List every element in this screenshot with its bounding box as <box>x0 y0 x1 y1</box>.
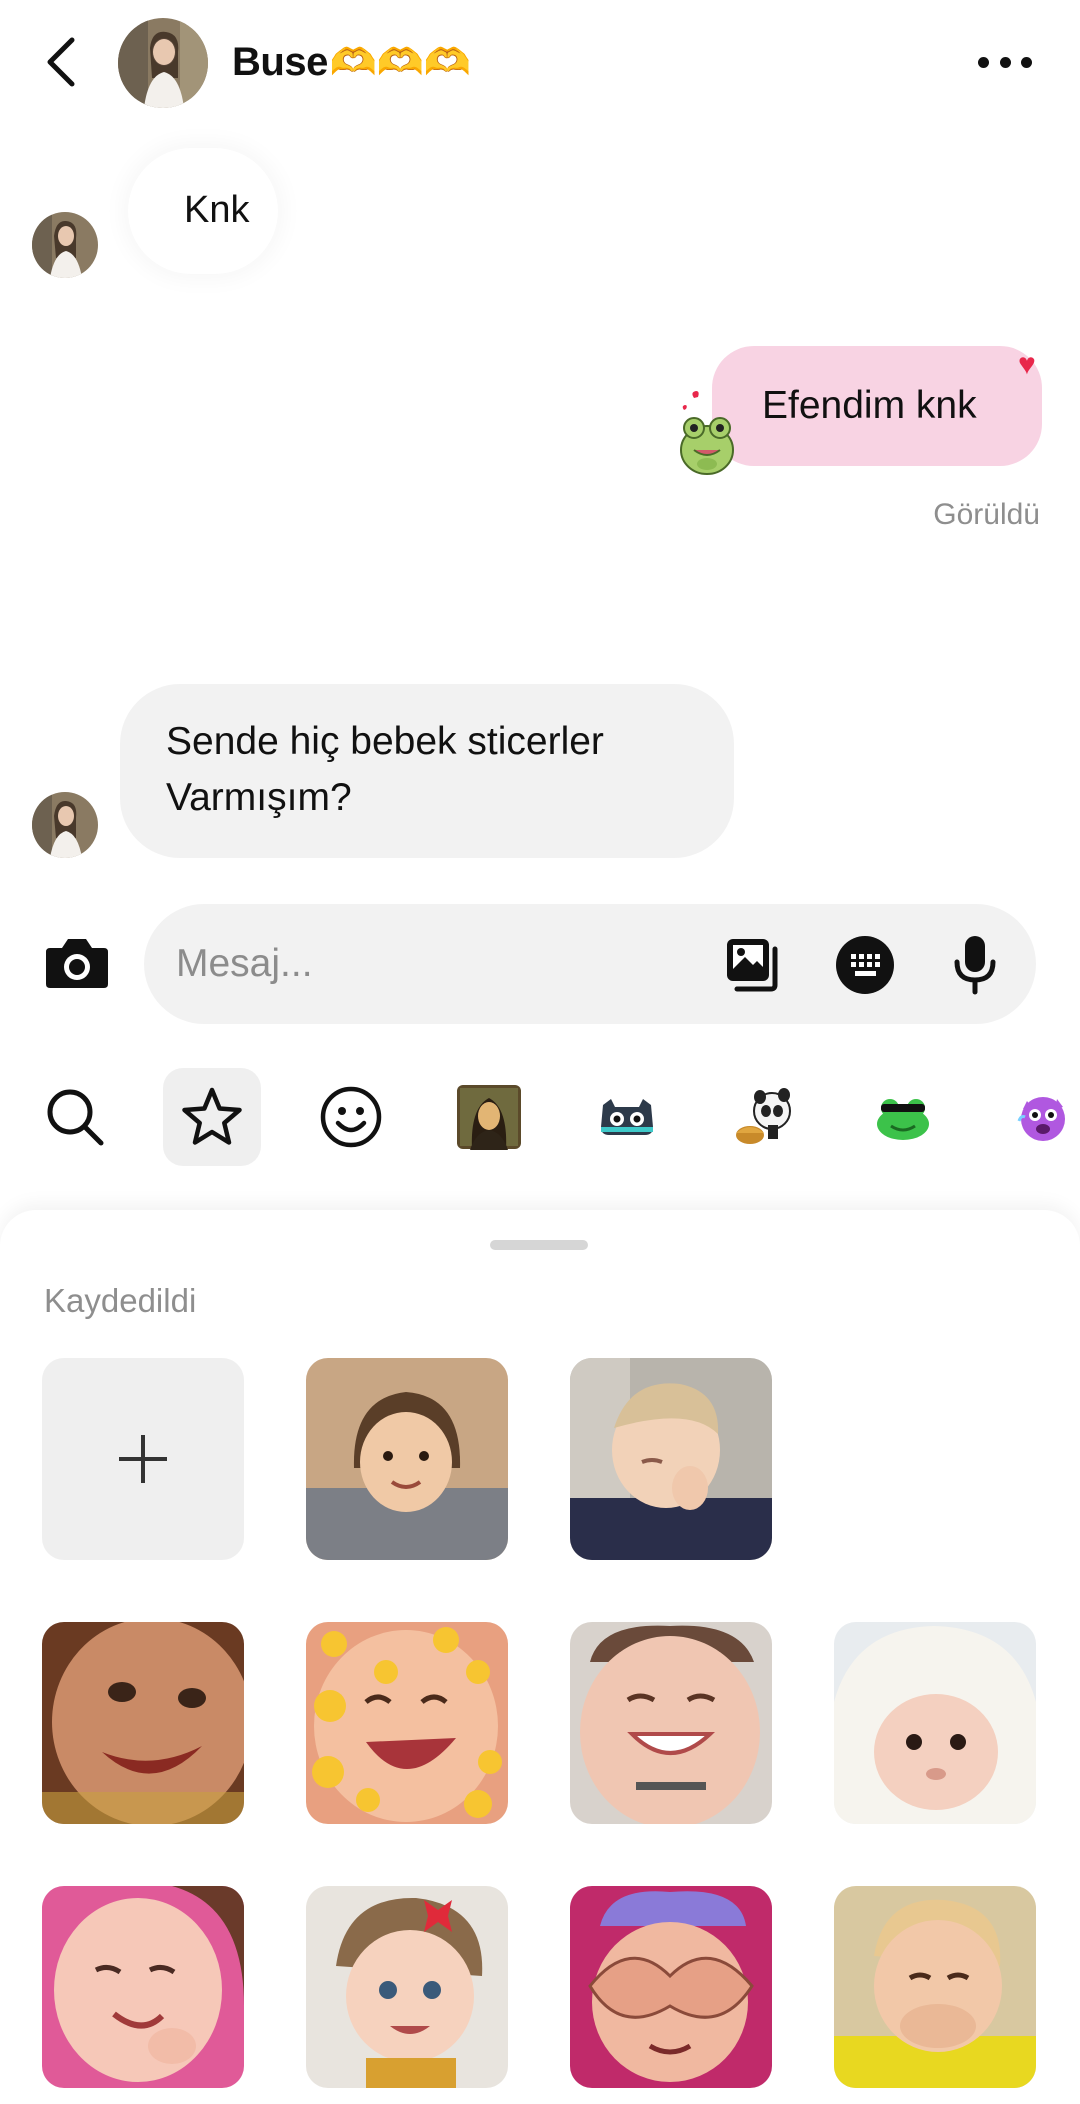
tab-monster-pack[interactable] <box>578 1068 676 1166</box>
chat-header: Buse🫶🫶🫶 <box>0 0 1080 130</box>
saved-sticker[interactable] <box>42 1622 244 1824</box>
contact-avatar[interactable] <box>118 18 208 108</box>
message-input[interactable] <box>176 932 696 996</box>
outgoing-message-bubble[interactable]: Efendim knk <box>712 346 1042 466</box>
more-dot <box>1021 56 1032 68</box>
monster-sticker-icon <box>601 1099 653 1135</box>
add-sticker-button[interactable] <box>42 1358 244 1560</box>
message-composer <box>144 904 1036 1024</box>
gallery-button[interactable] <box>722 934 784 996</box>
tab-frog-pack[interactable] <box>854 1068 952 1166</box>
sender-avatar[interactable] <box>32 212 98 278</box>
saved-sticker[interactable] <box>570 1622 772 1824</box>
sticker-keyboard-icon <box>836 936 894 994</box>
tab-panda-pack[interactable] <box>716 1068 814 1166</box>
chevron-left-icon <box>47 37 75 87</box>
sender-avatar[interactable] <box>32 792 98 858</box>
tab-favorites[interactable] <box>163 1068 261 1166</box>
mona-lisa-sticker-icon <box>457 1085 521 1150</box>
saved-sticker[interactable] <box>834 1886 1036 2088</box>
saved-sticker[interactable] <box>42 1886 244 2088</box>
camera-icon <box>46 939 108 988</box>
incoming-message-bubble[interactable]: Sende hiç bebek sticerler Varmışım? <box>120 684 734 858</box>
gallery-icon <box>727 939 778 992</box>
star-icon <box>182 1087 242 1145</box>
sticker-tab-bar <box>0 1066 1080 1166</box>
heart-reaction-icon[interactable]: ♥ <box>1018 348 1036 382</box>
message-text-line: Sende hiç bebek sticerler <box>166 720 604 763</box>
saved-sticker[interactable] <box>306 1358 508 1560</box>
saved-sticker[interactable] <box>834 1622 1036 1824</box>
message-text: Efendim knk <box>762 384 977 427</box>
back-button[interactable] <box>36 32 86 92</box>
tab-search[interactable] <box>26 1068 124 1166</box>
microphone-icon <box>954 936 996 995</box>
heart-hands-emoji: 🫶🫶🫶 <box>329 42 471 84</box>
contact-name[interactable]: Buse🫶🫶🫶 <box>232 40 471 85</box>
saved-sticker[interactable] <box>570 1886 772 2088</box>
sticker-keyboard-button[interactable] <box>834 934 896 996</box>
tab-emoji[interactable] <box>302 1068 400 1166</box>
search-icon <box>47 1089 104 1146</box>
sheet-grabber[interactable] <box>490 1240 588 1250</box>
incoming-message-bubble[interactable]: Knk <box>128 148 278 274</box>
message-text: Knk <box>184 189 250 231</box>
purple-creature-sticker-icon <box>1017 1097 1065 1141</box>
more-dot <box>999 56 1011 68</box>
frog-sticker-icon <box>877 1099 929 1140</box>
voice-message-button[interactable] <box>944 934 1006 996</box>
message-text-line: Varmışım? <box>166 776 352 819</box>
frog-sticker <box>680 391 734 475</box>
camera-button[interactable] <box>44 934 110 990</box>
sticker-sheet: Kaydedildi <box>0 1210 1080 2104</box>
section-label-saved: Kaydedildi <box>44 1282 197 1319</box>
contact-name-text: Buse <box>232 40 328 84</box>
panda-sticker-icon <box>736 1088 791 1144</box>
tab-purple-pack[interactable] <box>990 1068 1080 1166</box>
smiley-icon <box>320 1086 382 1148</box>
saved-sticker[interactable] <box>306 1886 508 2088</box>
more-dot <box>978 56 989 68</box>
saved-sticker[interactable] <box>570 1358 772 1560</box>
seen-status: Görüldü <box>933 498 1040 531</box>
saved-sticker[interactable] <box>306 1622 508 1824</box>
tab-mona-lisa-pack[interactable] <box>440 1068 538 1166</box>
more-options-button[interactable] <box>970 42 1040 82</box>
plus-icon <box>119 1435 167 1483</box>
